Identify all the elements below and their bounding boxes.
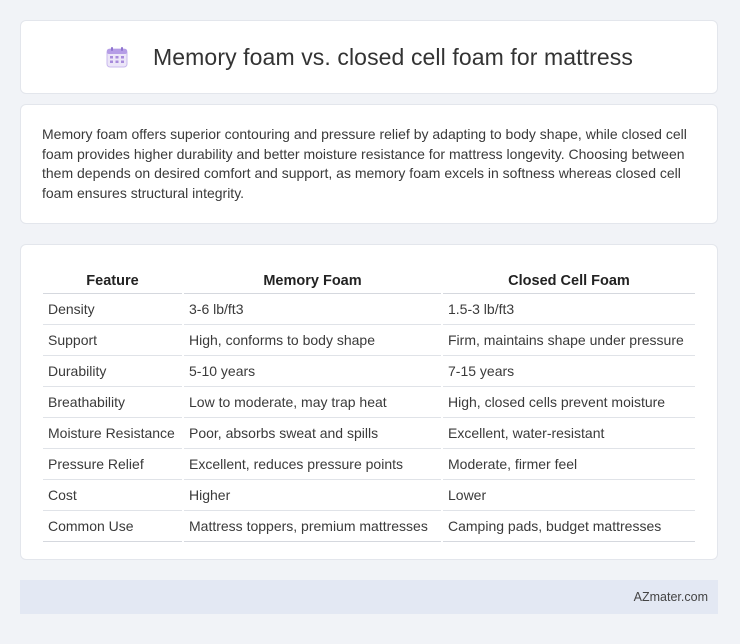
- table-cell: Lower: [443, 480, 695, 511]
- footer: AZmater.com: [20, 580, 718, 614]
- table-row: Common Use Mattress toppers, premium mat…: [43, 511, 695, 542]
- table-cell: Poor, absorbs sweat and spills: [184, 418, 441, 449]
- header-memory-foam: Memory Foam: [184, 265, 441, 294]
- comparison-table-card: Feature Memory Foam Closed Cell Foam Den…: [20, 244, 718, 560]
- table-cell: Density: [43, 294, 182, 325]
- table-cell: Support: [43, 325, 182, 356]
- table-cell: Pressure Relief: [43, 449, 182, 480]
- table-cell: Firm, maintains shape under pressure: [443, 325, 695, 356]
- table-cell: Camping pads, budget mattresses: [443, 511, 695, 542]
- summary-text: Memory foam offers superior contouring a…: [42, 126, 687, 201]
- table-cell: 3-6 lb/ft3: [184, 294, 441, 325]
- table-cell: Cost: [43, 480, 182, 511]
- table-cell: Common Use: [43, 511, 182, 542]
- table-cell: Durability: [43, 356, 182, 387]
- summary-card: Memory foam offers superior contouring a…: [20, 104, 718, 224]
- table-row: Cost Higher Lower: [43, 480, 695, 511]
- table-cell: 5-10 years: [184, 356, 441, 387]
- table-row: Durability 5-10 years 7-15 years: [43, 356, 695, 387]
- table-cell: Low to moderate, may trap heat: [184, 387, 441, 418]
- table-cell: Moisture Resistance: [43, 418, 182, 449]
- calendar-icon: [105, 45, 129, 69]
- table-cell: Higher: [184, 480, 441, 511]
- header-closed-cell-foam: Closed Cell Foam: [443, 265, 695, 294]
- table-cell: 7-15 years: [443, 356, 695, 387]
- table-cell: Moderate, firmer feel: [443, 449, 695, 480]
- table-cell: High, closed cells prevent moisture: [443, 387, 695, 418]
- title-card: Memory foam vs. closed cell foam for mat…: [20, 20, 718, 94]
- table-cell: Excellent, reduces pressure points: [184, 449, 441, 480]
- table-row: Moisture Resistance Poor, absorbs sweat …: [43, 418, 695, 449]
- table-cell: Breathability: [43, 387, 182, 418]
- comparison-table: Feature Memory Foam Closed Cell Foam Den…: [41, 265, 697, 542]
- table-cell: Excellent, water-resistant: [443, 418, 695, 449]
- table-row: Support High, conforms to body shape Fir…: [43, 325, 695, 356]
- table-cell: 1.5-3 lb/ft3: [443, 294, 695, 325]
- table-cell: Mattress toppers, premium mattresses: [184, 511, 441, 542]
- table-row: Pressure Relief Excellent, reduces press…: [43, 449, 695, 480]
- table-cell: High, conforms to body shape: [184, 325, 441, 356]
- header-feature: Feature: [43, 265, 182, 294]
- page-title: Memory foam vs. closed cell foam for mat…: [153, 43, 633, 70]
- table-header-row: Feature Memory Foam Closed Cell Foam: [43, 265, 695, 294]
- footer-brand-link[interactable]: AZmater.com: [634, 590, 708, 604]
- table-row: Density 3-6 lb/ft3 1.5-3 lb/ft3: [43, 294, 695, 325]
- table-row: Breathability Low to moderate, may trap …: [43, 387, 695, 418]
